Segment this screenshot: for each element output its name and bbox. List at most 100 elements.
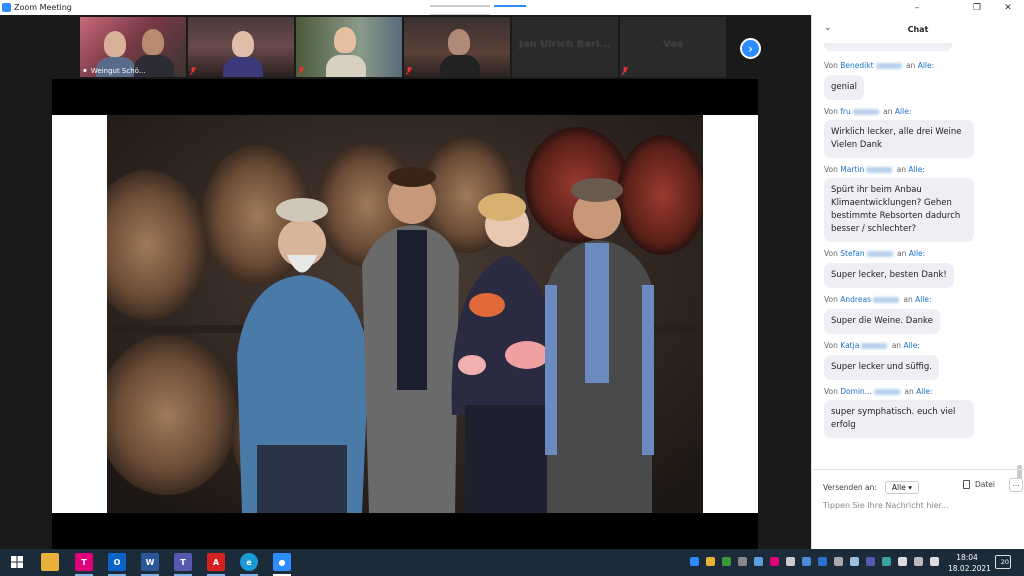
taskbar-clock[interactable]: 18:04 18.02.2021 — [948, 552, 991, 574]
message-meta: Von Domin... an Alle: — [824, 387, 1017, 396]
sender-name[interactable]: Benedikt — [840, 61, 873, 70]
more-options-button[interactable]: ... — [1009, 478, 1023, 492]
recipient: Alle: — [894, 107, 912, 116]
message-meta: Von Martin an Alle: — [824, 165, 1017, 174]
chat-message: Von Benedikt an Alle: genial — [824, 61, 1017, 100]
onedrive-icon[interactable] — [754, 557, 763, 566]
chat-scrollbar[interactable] — [1017, 45, 1022, 479]
team-photo-image — [107, 115, 703, 513]
battery-icon[interactable] — [898, 557, 907, 566]
notification-center-icon[interactable]: 20 — [995, 555, 1011, 569]
from-prefix: Von — [824, 249, 838, 258]
participant-body — [440, 55, 480, 77]
file-explorer-icon[interactable] — [41, 553, 59, 571]
participant-face — [232, 31, 254, 57]
message-bubble-partial — [824, 43, 952, 51]
tray-icon[interactable] — [850, 557, 859, 566]
tile-name — [190, 67, 196, 75]
to-word: an — [903, 295, 913, 304]
chat-header: ⌄ Chat — [812, 15, 1024, 43]
message-bubble: Wirklich lecker, alle drei Weine Vielen … — [824, 120, 974, 158]
message-bubble: super symphatisch. euch viel erfolg — [824, 400, 974, 438]
sender-name[interactable]: fru — [840, 107, 850, 116]
video-tile[interactable] — [296, 17, 402, 77]
chevron-down-icon[interactable]: ⌄ — [824, 23, 832, 33]
redacted-surname — [866, 167, 893, 173]
message-meta: Von fru an Alle: — [824, 107, 1017, 116]
to-word: an — [904, 387, 914, 396]
volume-icon[interactable] — [930, 557, 939, 566]
sender-name[interactable]: Domin... — [840, 387, 872, 396]
video-tile[interactable]: ⚫ Weingut Schö... — [80, 17, 186, 77]
message-bubble: genial — [824, 75, 864, 100]
to-word: an — [896, 165, 906, 174]
video-tile[interactable]: Jan Ulrich Barl... — [512, 17, 618, 77]
recipient: Alle: — [903, 341, 920, 350]
video-tile[interactable] — [188, 17, 294, 77]
presentation-slide — [52, 115, 758, 513]
sender-name[interactable]: Stefan — [840, 249, 864, 258]
team-photo — [107, 115, 703, 513]
teams-icon[interactable]: T — [174, 553, 192, 571]
participant-body — [223, 57, 263, 77]
zoom-tray-icon[interactable] — [690, 557, 699, 566]
acrobat-icon[interactable]: A — [207, 553, 225, 571]
edge-icon[interactable]: e — [240, 553, 258, 571]
message-meta: Von Stefan an Alle: — [824, 249, 1017, 258]
chat-message: Von Martin an Alle: Spürt ihr beim Anbau … — [824, 165, 1017, 242]
wifi-icon[interactable] — [914, 557, 923, 566]
participant-name-large: Vas — [663, 39, 683, 50]
message-bubble: Super lecker, besten Dank! — [824, 263, 954, 288]
chevron-right-icon: › — [748, 41, 753, 56]
message-bubble: Spürt ihr beim Anbau Klimaentwicklungen?… — [824, 178, 974, 242]
tray-icon[interactable] — [738, 557, 747, 566]
telekom-icon[interactable]: T — [75, 553, 93, 571]
sender-name[interactable]: Martin — [840, 165, 864, 174]
clock-time: 18:04 — [956, 553, 978, 562]
zoom-icon[interactable]: ● — [273, 553, 291, 571]
outlook-icon[interactable]: O — [108, 553, 126, 571]
redacted-surname — [875, 63, 902, 69]
tray-icon[interactable] — [802, 557, 811, 566]
file-button[interactable]: Datei — [963, 480, 995, 489]
video-feed — [188, 17, 294, 77]
bluetooth-icon[interactable] — [818, 557, 827, 566]
video-tile[interactable]: Vas — [620, 17, 726, 77]
teams-tray-icon[interactable] — [866, 557, 875, 566]
redacted-surname — [852, 109, 879, 115]
window-title: Zoom Meeting — [14, 3, 72, 12]
tray-icon[interactable] — [834, 557, 843, 566]
redacted-surname — [861, 343, 888, 349]
participant-face — [334, 27, 356, 53]
sender-name[interactable]: Katja — [840, 341, 859, 350]
windows-start-icon[interactable] — [8, 553, 26, 571]
word-icon[interactable]: W — [141, 553, 159, 571]
from-prefix: Von — [824, 61, 838, 70]
tab-indicator[interactable] — [430, 5, 490, 7]
shared-screen — [52, 79, 758, 549]
chat-input[interactable]: Tippen Sie Ihre Nachricht hier... — [823, 501, 949, 510]
to-word: an — [905, 61, 916, 70]
chat-messages: Von Benedikt an Alle: genial Von fru an Al… — [812, 43, 1017, 463]
video-tile[interactable] — [404, 17, 510, 77]
tray-icon[interactable] — [882, 557, 891, 566]
gallery-strip: ⚫ Weingut Schö... Jan Ulrich Barl... Vas… — [80, 17, 810, 79]
tab-indicator-active[interactable] — [494, 5, 526, 7]
redacted-surname — [866, 251, 893, 257]
microphone-icon[interactable] — [786, 557, 795, 566]
send-to-select[interactable]: Alle ▾ — [884, 480, 919, 494]
chat-compose: Versenden an: Alle ▾ Datei ... Tippen Si… — [812, 469, 1024, 549]
tray-icon[interactable] — [770, 557, 779, 566]
meeting-area: ⚫ Weingut Schö... Jan Ulrich Barl... Vas… — [0, 15, 811, 549]
muted-mic-icon — [622, 67, 628, 75]
mail-tray-icon[interactable] — [706, 557, 715, 566]
close-icon[interactable]: ✕ — [993, 0, 1023, 15]
tray-icon[interactable] — [722, 557, 731, 566]
maximize-icon[interactable]: ❐ — [962, 0, 992, 15]
recipient: Alle: — [908, 249, 926, 258]
redacted-surname — [872, 297, 899, 303]
chat-panel: ⌄ Chat Von Benedikt an Alle: genial Von fr… — [811, 15, 1024, 549]
minimize-icon[interactable]: – — [902, 0, 932, 15]
next-page-button[interactable]: › — [740, 38, 761, 59]
sender-name[interactable]: Andreas — [840, 295, 871, 304]
